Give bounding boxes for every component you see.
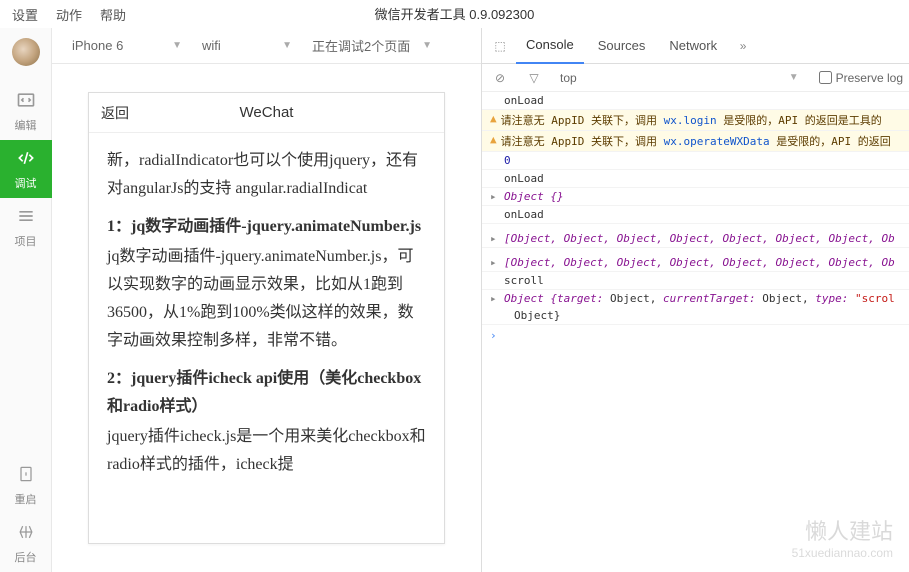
devtools-tabs: ⬚ Console Sources Network » bbox=[482, 28, 909, 64]
chevron-down-icon: ▼ bbox=[172, 40, 182, 51]
log-line: onLoad bbox=[482, 170, 909, 188]
tab-sources[interactable]: Sources bbox=[588, 28, 656, 64]
menu-icon bbox=[16, 206, 36, 229]
clear-icon[interactable]: ⊘ bbox=[488, 71, 512, 85]
expand-icon[interactable]: ▸ bbox=[490, 292, 500, 305]
phone-content[interactable]: 新，radialIndicator也可以个使用jquery，还有对angular… bbox=[89, 133, 444, 543]
log-object[interactable]: ▸[Object, Object, Object, Object, Object… bbox=[482, 248, 909, 272]
status-selector[interactable]: 正在调试2个页面 ▼ bbox=[302, 32, 442, 60]
content-paragraph: 新，radialIndicator也可以个使用jquery，还有对angular… bbox=[107, 147, 426, 203]
log-object[interactable]: ▸Object {target: Object, currentTarget: … bbox=[482, 290, 909, 307]
restart-icon bbox=[16, 464, 36, 487]
avatar[interactable] bbox=[12, 38, 40, 66]
phone-title: WeChat bbox=[240, 104, 294, 121]
log-object[interactable]: ▸[Object, Object, Object, Object, Object… bbox=[482, 224, 909, 248]
expand-icon[interactable]: ▸ bbox=[490, 256, 500, 269]
console-filter-bar: ⊘ ▽ top ▼ Preserve log bbox=[482, 64, 909, 92]
preserve-log-checkbox[interactable]: Preserve log bbox=[819, 71, 903, 85]
log-line: Object} bbox=[482, 307, 909, 325]
code-icon bbox=[16, 90, 36, 113]
log-line: onLoad bbox=[482, 206, 909, 224]
element-picker-icon[interactable]: ⬚ bbox=[488, 39, 512, 53]
chevron-down-icon: ▼ bbox=[789, 72, 799, 83]
more-tabs-icon[interactable]: » bbox=[731, 39, 755, 53]
content-heading: 1：jq数字动画插件-jquery.animateNumber.js bbox=[107, 213, 426, 241]
filter-icon[interactable]: ▽ bbox=[522, 71, 546, 85]
menu-actions[interactable]: 动作 bbox=[56, 5, 82, 24]
menu-settings[interactable]: 设置 bbox=[12, 5, 38, 24]
content-heading: 2：jquery插件icheck api使用（美化checkbox和radio样… bbox=[107, 365, 426, 421]
window-title: 微信开发者工具 0.9.092300 bbox=[375, 4, 535, 23]
preview-toolbar: iPhone 6 ▼ wifi ▼ 正在调试2个页面 ▼ bbox=[52, 28, 481, 64]
preview-pane: iPhone 6 ▼ wifi ▼ 正在调试2个页面 ▼ 返回 WeChat bbox=[52, 28, 482, 572]
chevron-down-icon: ▼ bbox=[422, 40, 432, 51]
sidebar-restart[interactable]: 重启 bbox=[0, 456, 52, 514]
context-selector[interactable]: top ▼ bbox=[556, 71, 809, 85]
network-selector[interactable]: wifi ▼ bbox=[192, 32, 302, 60]
content-paragraph: jq数字动画插件-jquery.animateNumber.js，可以实现数字的… bbox=[107, 243, 426, 355]
log-object[interactable]: ▸Object {} bbox=[482, 188, 909, 206]
expand-icon[interactable]: ▸ bbox=[490, 232, 500, 245]
content-paragraph: jquery插件icheck.js是一个用来美化checkbox和radio样式… bbox=[107, 423, 426, 479]
menu-help[interactable]: 帮助 bbox=[100, 5, 126, 24]
warning-icon: ▲ bbox=[490, 112, 497, 125]
phone-simulator: 返回 WeChat 新，radialIndicator也可以个使用jquery，… bbox=[88, 92, 445, 544]
sidebar-debug[interactable]: 调试 bbox=[0, 140, 52, 198]
log-warning: ▲请注意无 AppID 关联下，调用 wx.operateWXData 是受限的… bbox=[482, 131, 909, 152]
tab-console[interactable]: Console bbox=[516, 28, 584, 64]
console-prompt[interactable]: › bbox=[482, 325, 909, 346]
chevron-down-icon: ▼ bbox=[282, 40, 292, 51]
warning-icon: ▲ bbox=[490, 133, 497, 146]
sidebar: 编辑 调试 项目 重启 后台 bbox=[0, 28, 52, 572]
back-button[interactable]: 返回 bbox=[89, 103, 141, 123]
log-line: 0 bbox=[482, 152, 909, 170]
device-selector[interactable]: iPhone 6 ▼ bbox=[62, 32, 192, 60]
log-line: scroll bbox=[482, 272, 909, 290]
console-output[interactable]: onLoad ▲请注意无 AppID 关联下，调用 wx.login 是受限的，… bbox=[482, 92, 909, 572]
sidebar-project[interactable]: 项目 bbox=[0, 198, 52, 256]
debug-icon bbox=[16, 148, 36, 171]
expand-icon[interactable]: ▸ bbox=[490, 190, 500, 203]
backend-icon bbox=[16, 522, 36, 545]
sidebar-edit[interactable]: 编辑 bbox=[0, 82, 52, 140]
devtools-panel: ⬚ Console Sources Network » ⊘ ▽ top ▼ Pr… bbox=[482, 28, 909, 572]
log-warning: ▲请注意无 AppID 关联下，调用 wx.login 是受限的，API 的返回… bbox=[482, 110, 909, 131]
log-line: onLoad bbox=[482, 92, 909, 110]
sidebar-backend[interactable]: 后台 bbox=[0, 514, 52, 572]
tab-network[interactable]: Network bbox=[659, 28, 727, 64]
